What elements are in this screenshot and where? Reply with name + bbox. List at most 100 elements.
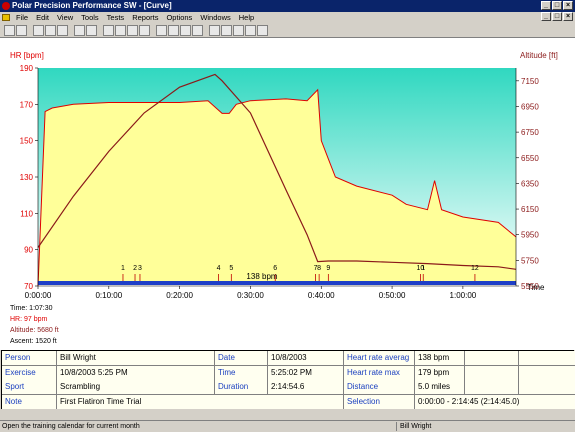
person-label: Person xyxy=(2,351,57,365)
sport-value[interactable]: Scrambling xyxy=(57,380,215,394)
menu-bar: File Edit View Tools Tests Reports Optio… xyxy=(0,12,575,23)
exercise-value[interactable]: 10/8/2003 5:25 PM xyxy=(57,365,215,380)
menu-help[interactable]: Help xyxy=(235,13,258,22)
hr-tick-label: 70 xyxy=(24,282,33,291)
hr-max-label: Heart rate max xyxy=(344,365,415,380)
hr-max-value[interactable]: 179 bpm xyxy=(415,365,465,380)
close-button[interactable]: × xyxy=(563,1,573,10)
date-value[interactable]: 10/8/2003 xyxy=(268,351,344,365)
lap-label: 5 xyxy=(229,265,233,272)
curve-chart-area[interactable]: HR [bpm] Altitude [ft] Time 190 170 150 130… xyxy=(0,37,575,350)
cursor-ascent: Ascent: 1520 ft xyxy=(10,338,57,345)
report-5-icon[interactable] xyxy=(257,24,268,36)
empty-cell xyxy=(465,365,519,380)
altitude-tick-label: 6150 xyxy=(521,205,539,214)
child-minimize-button[interactable]: _ xyxy=(541,12,551,21)
hr-tick-label: 130 xyxy=(20,173,34,182)
lap-label: 4 xyxy=(217,265,221,272)
open-icon[interactable] xyxy=(4,24,15,36)
menu-options[interactable]: Options xyxy=(162,13,196,22)
report-1-icon[interactable] xyxy=(209,24,220,36)
altitude-tick-label: 6350 xyxy=(521,179,539,188)
hr-average-value[interactable]: 138 bpm xyxy=(415,351,465,365)
exercise-info-table: Person Bill Wright Date 10/8/2003 Heart … xyxy=(1,350,575,409)
cursor-altitude: Altitude: 5680 ft xyxy=(10,327,59,334)
altitude-tick-label: 5950 xyxy=(521,231,539,240)
compare-icon[interactable] xyxy=(127,24,138,36)
report-2-icon[interactable] xyxy=(221,24,232,36)
hr-altitude-chart[interactable]: HR [bpm] Altitude [ft] Time 190170150130… xyxy=(0,38,575,351)
app-heart-icon xyxy=(2,2,10,10)
time-tick-label: 0:20:00 xyxy=(166,291,193,300)
status-message: Open the training calendar for current m… xyxy=(2,423,140,430)
duration-value[interactable]: 2:14:54.6 xyxy=(268,380,344,394)
child-close-button[interactable]: × xyxy=(563,12,573,21)
minimize-button[interactable]: _ xyxy=(541,1,551,10)
book-icon[interactable] xyxy=(86,24,97,36)
bar-icon[interactable] xyxy=(115,24,126,36)
empty-cell xyxy=(465,351,519,365)
altitude-tick-label: 7150 xyxy=(521,77,539,86)
selection-value[interactable]: 0:00:00 - 2:14:45 (2:14:45.0) xyxy=(415,394,575,409)
hr-tick-label: 190 xyxy=(20,64,34,73)
menu-file[interactable]: File xyxy=(12,13,32,22)
person-value[interactable]: Bill Wright xyxy=(57,351,215,365)
date-label: Date xyxy=(215,351,268,365)
print-icon[interactable] xyxy=(33,24,44,36)
lap-label: 3 xyxy=(138,265,142,272)
lap-label: 9 xyxy=(326,265,330,272)
time-tick-label: 1:00:00 xyxy=(450,291,477,300)
calendar-icon[interactable] xyxy=(74,24,85,36)
menu-edit[interactable]: Edit xyxy=(32,13,53,22)
time-label: Time xyxy=(215,365,268,380)
curve-icon[interactable] xyxy=(103,24,114,36)
hr-axis-label: HR [bpm] xyxy=(10,51,44,60)
note-value[interactable]: First Flatiron Time Trial xyxy=(57,394,344,409)
info-row: Exercise 10/8/2003 5:25 PM Time 5:25:02 … xyxy=(2,365,575,380)
report-4-icon[interactable] xyxy=(245,24,256,36)
hr-tick-label: 170 xyxy=(20,100,34,109)
selection-label: Selection xyxy=(344,394,415,409)
empty-cell xyxy=(519,380,575,394)
lap-label: 2 xyxy=(133,265,137,272)
altitude-axis-label: Altitude [ft] xyxy=(520,51,558,60)
distance-value[interactable]: 5.0 miles xyxy=(415,380,465,394)
menu-view[interactable]: View xyxy=(53,13,77,22)
time-tick-label: 0:30:00 xyxy=(237,291,264,300)
time-band xyxy=(38,281,516,285)
average-hr-label: 138 bpm xyxy=(246,272,277,281)
zoom-out-icon[interactable] xyxy=(168,24,179,36)
toolbar xyxy=(0,23,575,37)
altitude-tick-label: 6950 xyxy=(521,102,539,111)
maximize-button[interactable]: □ xyxy=(552,1,562,10)
time-value[interactable]: 5:25:02 PM xyxy=(268,365,344,380)
menu-tools[interactable]: Tools xyxy=(77,13,103,22)
empty-cell xyxy=(465,380,519,394)
child-restore-button[interactable]: □ xyxy=(552,12,562,21)
altitude-tick-label: 5750 xyxy=(521,256,539,265)
menu-windows[interactable]: Windows xyxy=(196,13,234,22)
save-icon[interactable] xyxy=(16,24,27,36)
export-icon[interactable] xyxy=(192,24,203,36)
time-tick-label: 0:10:00 xyxy=(95,291,122,300)
lap-label: 1 xyxy=(121,265,125,272)
find-icon[interactable] xyxy=(180,24,191,36)
window-title: Polar Precision Performance SW - [Curve] xyxy=(12,1,172,10)
report-3-icon[interactable] xyxy=(233,24,244,36)
hr-tick-label: 110 xyxy=(20,209,33,218)
zoom-icon[interactable] xyxy=(156,24,167,36)
globe-icon[interactable] xyxy=(57,24,68,36)
table-icon[interactable] xyxy=(139,24,150,36)
time-tick-label: 0:00:00 xyxy=(25,291,52,300)
menu-reports[interactable]: Reports xyxy=(128,13,162,22)
hr-tick-label: 150 xyxy=(20,137,34,146)
menu-tests[interactable]: Tests xyxy=(103,13,129,22)
exercise-label: Exercise xyxy=(2,365,57,380)
time-tick-label: 0:40:00 xyxy=(308,291,335,300)
preview-icon[interactable] xyxy=(45,24,56,36)
document-icon[interactable] xyxy=(2,14,10,21)
info-row: Sport Scrambling Duration 2:14:54.6 Dist… xyxy=(2,380,575,395)
status-user: Bill Wright xyxy=(400,423,432,430)
hr-tick-label: 90 xyxy=(24,246,33,255)
cursor-time: Time: 1:07:30 xyxy=(10,305,53,312)
